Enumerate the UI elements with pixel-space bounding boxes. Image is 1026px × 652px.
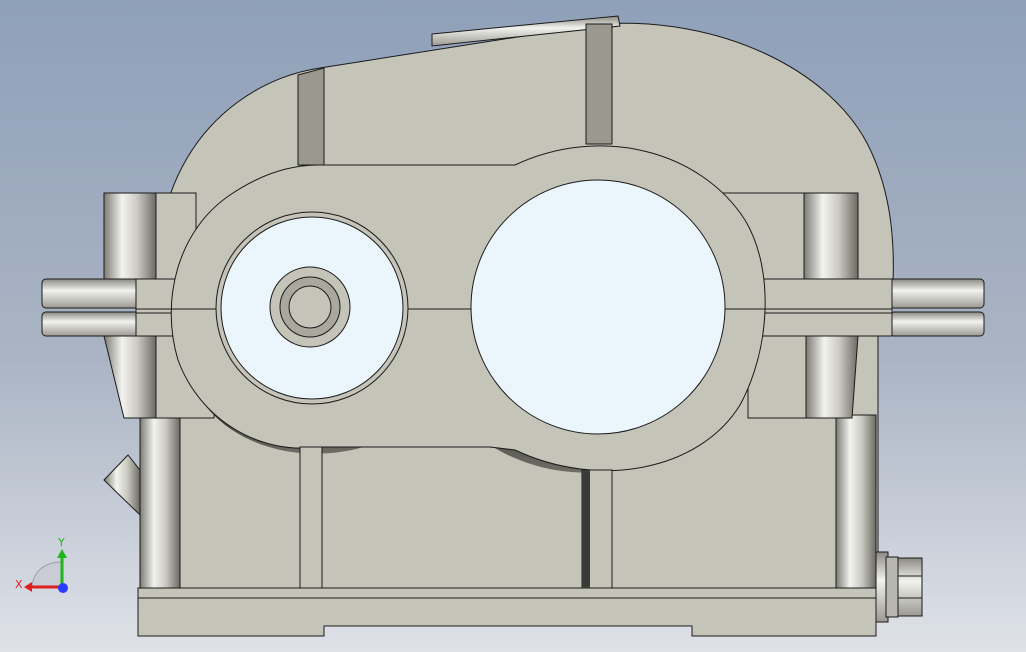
left-flange-bottom: [41, 311, 141, 337]
left-flange-top: [41, 278, 141, 309]
drain-plug-hex: [897, 557, 923, 617]
left-upper-boss: [103, 192, 157, 280]
triad-y-arrow: [57, 549, 67, 558]
cad-viewport[interactable]: X Y: [0, 0, 1026, 652]
lower-rib-right-shadow: [582, 470, 590, 588]
oil-filler-tube: [103, 454, 141, 517]
right-flange-bottom: [889, 311, 985, 337]
base-plate: [137, 587, 877, 637]
right-column: [835, 414, 877, 589]
triad-x-label: X: [15, 578, 23, 591]
triad-z-axis: [58, 583, 68, 593]
right-flange-top: [889, 278, 985, 309]
left-shaft-end: [288, 285, 332, 329]
top-rib-right: [585, 23, 613, 145]
gearbox-model[interactable]: X Y: [0, 0, 1026, 652]
triad-y-label: Y: [57, 536, 65, 549]
left-lower-boss: [103, 335, 157, 419]
right-bearing-bore: [470, 179, 726, 435]
top-rib-left: [297, 67, 325, 166]
triad-plane: [31, 561, 63, 587]
lower-rib-left: [299, 446, 323, 589]
right-upper-boss: [803, 192, 859, 280]
left-column: [139, 414, 181, 589]
drain-plug-collar: [885, 556, 899, 618]
coordinate-triad: X Y: [15, 536, 68, 593]
right-lower-boss: [805, 335, 859, 419]
triad-x-arrow: [24, 582, 32, 592]
